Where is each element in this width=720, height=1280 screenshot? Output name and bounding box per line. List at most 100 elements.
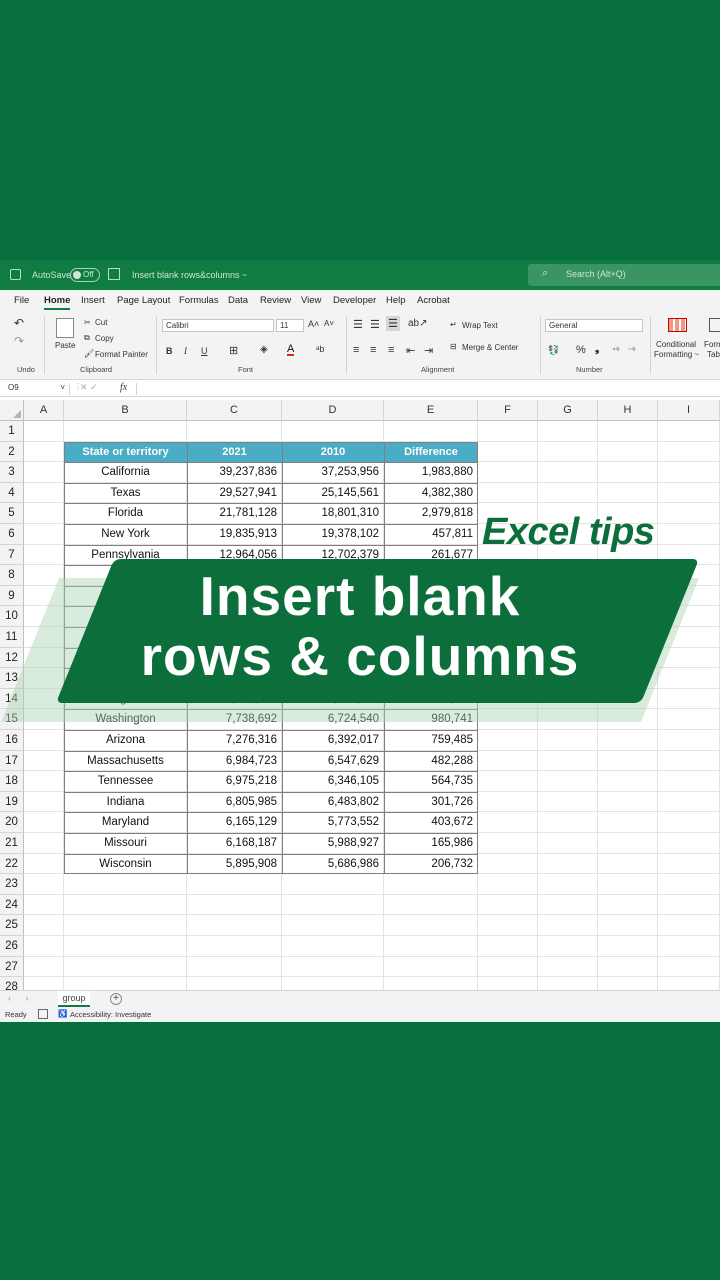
table-cell[interactable]: 29,527,941 — [187, 483, 282, 504]
decrease-decimal-icon[interactable]: ⁻⁰ — [628, 346, 635, 355]
table-cell[interactable]: 6,805,985 — [187, 792, 282, 813]
borders-icon[interactable]: ⊞ — [229, 344, 238, 357]
row-header[interactable]: 27 — [0, 956, 24, 978]
table-cell[interactable]: 1,983,880 — [384, 462, 478, 483]
cut-icon[interactable]: ✂ — [84, 318, 91, 327]
table-cell[interactable]: 6,984,723 — [187, 751, 282, 772]
table-cell[interactable]: Indiana — [64, 792, 187, 813]
table-cell[interactable]: Texas — [64, 483, 187, 504]
table-cell[interactable]: 5,988,927 — [282, 833, 384, 854]
menu-help[interactable]: Help — [386, 295, 406, 306]
row-header[interactable]: 8 — [0, 565, 24, 586]
menu-formulas[interactable]: Formulas — [179, 295, 219, 306]
table-cell[interactable]: 457,811 — [384, 524, 478, 545]
table-cell[interactable]: 4,382,380 — [384, 483, 478, 504]
macro-record-icon[interactable] — [38, 1009, 48, 1019]
table-cell[interactable]: 6,392,017 — [282, 730, 384, 751]
table-cell[interactable]: Florida — [64, 503, 187, 524]
table-cell[interactable]: Wisconsin — [64, 854, 187, 875]
menu-review[interactable]: Review — [260, 295, 291, 306]
decrease-indent-icon[interactable]: ⇤ — [406, 344, 415, 357]
font-size-select[interactable]: 11 — [276, 319, 304, 332]
orientation-icon[interactable]: ab↗ — [408, 318, 428, 329]
row-header[interactable]: 10 — [0, 606, 24, 627]
text-effects-icon[interactable]: ᵃb — [316, 344, 324, 354]
table-cell[interactable]: 5,686,986 — [282, 854, 384, 875]
table-header-cell[interactable]: Difference — [384, 441, 478, 463]
wrap-text-icon[interactable]: ↵ — [450, 320, 457, 329]
sheet-nav-arrows-icon[interactable]: ‹ › — [8, 993, 35, 1003]
column-header[interactable]: D — [282, 400, 384, 421]
row-header[interactable]: 26 — [0, 936, 24, 957]
table-cell[interactable]: California — [64, 462, 187, 483]
table-cell[interactable]: 19,378,102 — [282, 524, 384, 545]
table-cell[interactable]: 6,547,629 — [282, 751, 384, 772]
underline-button[interactable]: U — [201, 346, 208, 356]
document-title[interactable]: Insert blank rows&columns ~ — [132, 270, 247, 280]
table-header-cell[interactable]: 2021 — [187, 441, 282, 463]
align-middle-icon[interactable]: ☰ — [370, 318, 380, 331]
wrap-text-button[interactable]: Wrap Text — [462, 321, 498, 330]
row-header[interactable]: 7 — [0, 544, 24, 566]
row-header[interactable]: 19 — [0, 791, 24, 813]
paste-button[interactable]: Paste — [55, 341, 75, 350]
row-header[interactable]: 21 — [0, 833, 24, 854]
row-header[interactable]: 24 — [0, 894, 24, 916]
table-cell[interactable]: New York — [64, 524, 187, 545]
row-header[interactable]: 20 — [0, 812, 24, 833]
column-header[interactable]: A — [24, 400, 64, 421]
table-cell[interactable]: 39,237,836 — [187, 462, 282, 483]
table-cell[interactable]: 206,732 — [384, 854, 478, 875]
column-header[interactable]: I — [658, 400, 720, 421]
row-header[interactable]: 2 — [0, 441, 24, 463]
sheet-tab-group[interactable]: group — [58, 991, 90, 1007]
undo-icon[interactable]: ↶ — [14, 316, 24, 330]
increase-indent-icon[interactable]: ⇥ — [424, 344, 433, 357]
table-cell[interactable]: 301,726 — [384, 792, 478, 813]
accessibility-icon[interactable]: ♿ — [58, 1009, 67, 1018]
table-cell[interactable]: 6,165,129 — [187, 812, 282, 833]
comma-style-icon[interactable]: ❟ — [595, 343, 599, 356]
table-cell[interactable]: 6,346,105 — [282, 771, 384, 792]
table-cell[interactable]: 37,253,956 — [282, 462, 384, 483]
row-header[interactable]: 18 — [0, 771, 24, 792]
table-cell[interactable]: 482,288 — [384, 751, 478, 772]
cut-button[interactable]: Cut — [95, 318, 107, 327]
select-all-corner[interactable] — [0, 400, 24, 421]
shrink-font-icon[interactable]: A˅ — [324, 319, 334, 328]
row-header[interactable]: 25 — [0, 915, 24, 936]
cancel-icon[interactable]: ✕ ✓ — [80, 382, 98, 393]
format-as-table-button[interactable]: Form — [704, 340, 720, 349]
row-header[interactable]: 12 — [0, 647, 24, 669]
menu-data[interactable]: Data — [228, 295, 248, 306]
align-bottom-icon[interactable]: ☰ — [386, 316, 400, 331]
table-cell[interactable]: 165,986 — [384, 833, 478, 854]
column-header[interactable]: E — [384, 400, 478, 421]
grow-font-icon[interactable]: A˄ — [308, 319, 319, 329]
align-top-icon[interactable]: ☰ — [353, 318, 363, 331]
autosave-toggle[interactable]: Off — [70, 268, 100, 282]
row-header[interactable]: 6 — [0, 524, 24, 545]
row-header[interactable]: 11 — [0, 627, 24, 648]
row-header[interactable]: 3 — [0, 462, 24, 483]
table-cell[interactable]: 403,672 — [384, 812, 478, 833]
table-cell[interactable]: 6,483,802 — [282, 792, 384, 813]
format-painter-button[interactable]: Format Painter — [95, 350, 148, 359]
table-cell[interactable]: Maryland — [64, 812, 187, 833]
merge-center-button[interactable]: Merge & Center — [462, 343, 518, 352]
row-header[interactable]: 1 — [0, 421, 24, 442]
font-name-select[interactable]: Calibri — [162, 319, 274, 332]
redo-icon[interactable]: ↷ — [14, 334, 24, 348]
formula-input[interactable] — [140, 381, 720, 396]
row-header[interactable]: 9 — [0, 585, 24, 607]
table-cell[interactable]: 759,485 — [384, 730, 478, 751]
merge-center-icon[interactable]: ⊟ — [450, 342, 457, 351]
currency-icon[interactable]: 💱 — [548, 345, 559, 356]
table-cell[interactable]: 18,801,310 — [282, 503, 384, 524]
copy-button[interactable]: Copy — [95, 334, 114, 343]
menu-developer[interactable]: Developer — [333, 295, 376, 306]
align-left-icon[interactable]: ≡ — [353, 344, 359, 356]
menu-file[interactable]: File — [14, 295, 29, 306]
column-header[interactable]: F — [478, 400, 538, 421]
paste-icon[interactable] — [56, 318, 74, 338]
